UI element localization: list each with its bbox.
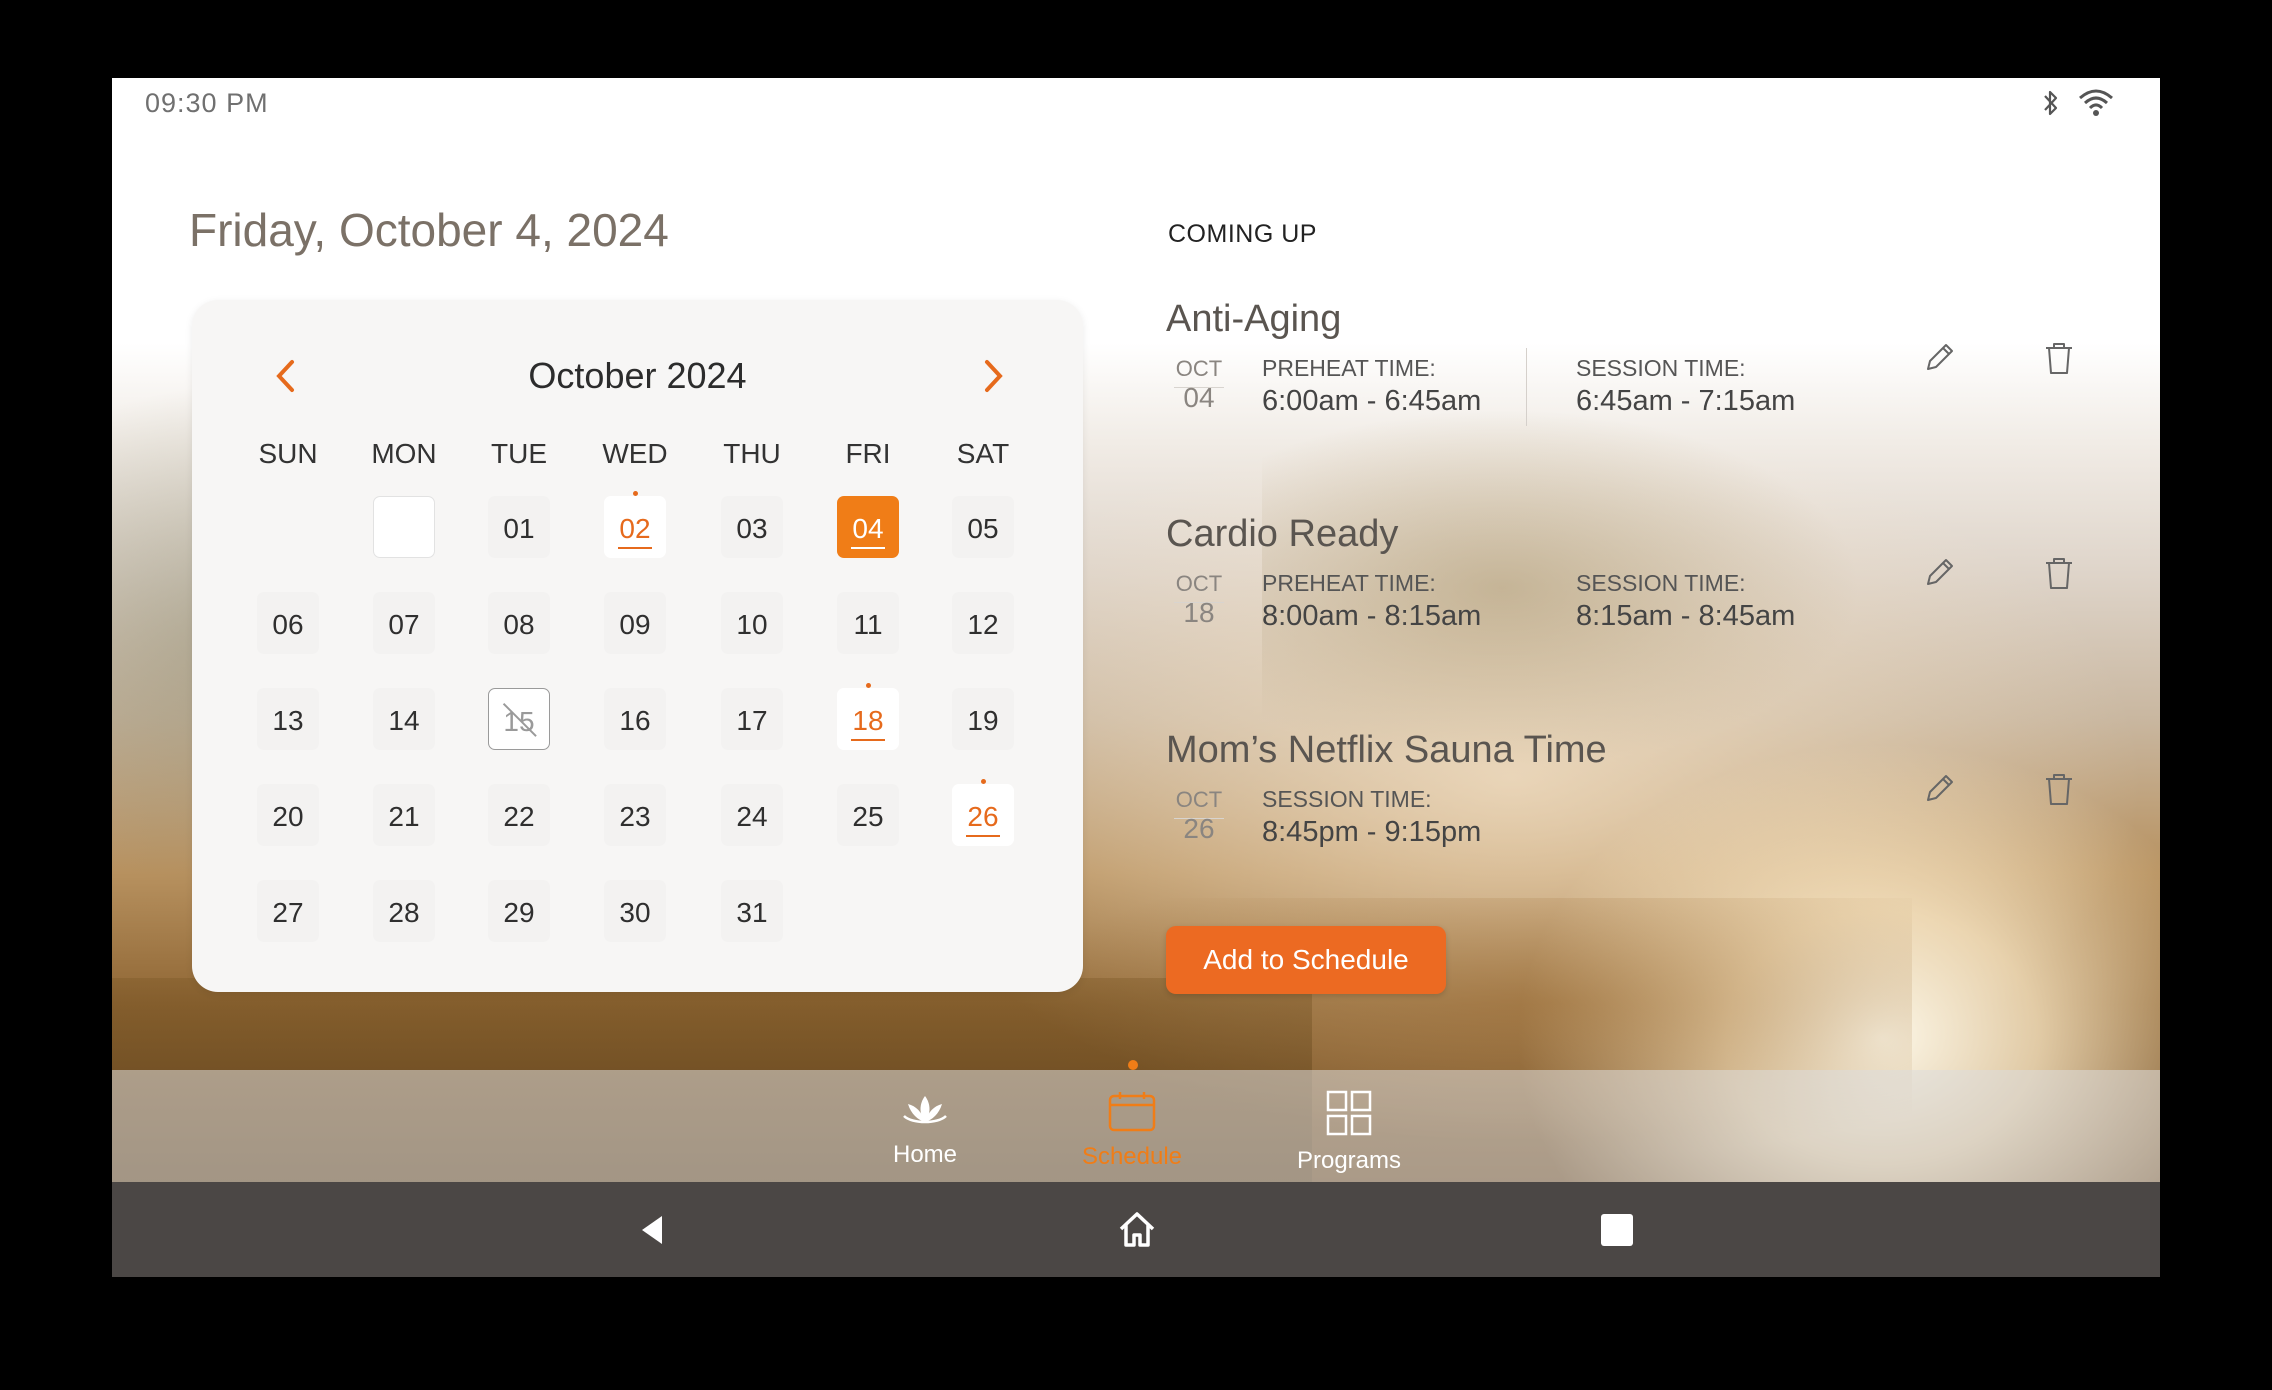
calendar-day-18[interactable]: 18 (837, 683, 899, 750)
calendar-day-11[interactable]: 11 (837, 592, 899, 654)
program-name: Anti-Aging (1166, 298, 1342, 340)
wifi-icon (2078, 88, 2114, 123)
bluetooth-icon (2042, 88, 2060, 123)
trash-icon[interactable] (2042, 555, 2076, 591)
calendar-day-29[interactable]: 29 (488, 880, 550, 942)
item-month: OCT (1175, 787, 1223, 812)
item-month: OCT (1175, 356, 1223, 381)
session-time: 8:45pm - 9:15pm (1262, 816, 1482, 848)
calendar-day-05[interactable]: 05 (952, 496, 1014, 558)
weekday-sun: SUN (258, 438, 318, 469)
calendar-day-04[interactable]: 04 (837, 496, 899, 558)
calendar-day-27[interactable]: 27 (257, 880, 319, 942)
calendar-day-16[interactable]: 16 (604, 688, 666, 750)
calendar-day-08[interactable]: 08 (488, 592, 550, 654)
calendar-day-15: 15 (488, 688, 550, 750)
calendar-card: October 2024 SUN MON TUE WED THU FRI SAT 01 02 0… (192, 300, 1083, 992)
recents-icon[interactable] (1595, 1208, 1639, 1252)
calendar-day-23[interactable]: 23 (604, 784, 666, 846)
calendar-day-empty (373, 496, 435, 558)
calendar-day-26[interactable]: 26 (952, 779, 1014, 846)
coming-up-heading: COMING UP (1168, 220, 1317, 248)
page-title: Friday, October 4, 2024 (189, 204, 669, 256)
weekday-fri: FRI (845, 438, 891, 469)
nav-programs[interactable]: Programs (1269, 1090, 1429, 1175)
status-bar: 09:30 PM (145, 88, 2160, 128)
calendar-day-24[interactable]: 24 (721, 784, 783, 846)
calendar-day-20[interactable]: 20 (257, 784, 319, 846)
item-month: OCT (1175, 571, 1223, 596)
bottom-nav: Home Schedule Programs (112, 1060, 2160, 1182)
nav-label: Home (892, 1141, 958, 1168)
item-day: 04 (1183, 382, 1215, 413)
calendar-day-01[interactable]: 01 (488, 496, 550, 558)
program-name: Mom’s Netflix Sauna Time (1166, 729, 1607, 771)
program-name: Cardio Ready (1166, 513, 1399, 555)
system-navigation-bar (112, 1182, 2160, 1277)
calendar-day-07[interactable]: 07 (373, 592, 435, 654)
calendar-day-14[interactable]: 14 (373, 688, 435, 750)
pencil-icon[interactable] (1923, 555, 1957, 589)
session-time: 8:15am - 8:45am (1576, 600, 1796, 632)
schedule-item[interactable]: Mom’s Netflix Sauna Time OCT 26 SESSION … (1166, 729, 2106, 889)
session-label: SESSION TIME: (1576, 570, 1746, 596)
weekday-tue: TUE (491, 438, 547, 469)
item-day: 18 (1183, 597, 1215, 628)
weekday-wed: WED (602, 438, 668, 469)
preheat-time: 6:00am - 6:45am (1262, 385, 1482, 417)
calendar-day-02[interactable]: 02 (604, 491, 666, 558)
pencil-icon[interactable] (1923, 340, 1957, 374)
calendar-day-13[interactable]: 13 (257, 688, 319, 750)
calendar-day-28[interactable]: 28 (373, 880, 435, 942)
divider (1526, 348, 1527, 426)
add-to-schedule-button[interactable]: Add to Schedule (1166, 926, 1446, 994)
tablet-screen: 09:30 PM Friday, October 4, 2024 October… (112, 78, 2160, 1277)
calendar-day-31[interactable]: 31 (721, 880, 783, 942)
lotus-icon (900, 1096, 950, 1134)
home-icon[interactable] (1115, 1208, 1159, 1252)
calendar-day-06[interactable]: 06 (257, 592, 319, 654)
session-label: SESSION TIME: (1262, 786, 1432, 812)
trash-icon[interactable] (2042, 340, 2076, 376)
preheat-time: 8:00am - 8:15am (1262, 600, 1482, 632)
chevron-right-icon[interactable] (972, 356, 1012, 396)
nav-home[interactable]: Home (845, 1090, 1005, 1169)
weekday-thu: THU (723, 438, 781, 469)
schedule-item[interactable]: Cardio Ready OCT 18 PREHEAT TIME: 8:00am… (1166, 513, 2106, 673)
nav-schedule[interactable]: Schedule (1052, 1090, 1212, 1171)
calendar-day-30[interactable]: 30 (604, 880, 666, 942)
nav-label: Programs (1296, 1147, 1402, 1174)
session-label: SESSION TIME: (1576, 355, 1746, 381)
pencil-icon[interactable] (1923, 771, 1957, 805)
weekday-sat: SAT (956, 438, 1010, 469)
grid-icon (1326, 1090, 1372, 1140)
calendar-day-25[interactable]: 25 (837, 784, 899, 846)
preheat-label: PREHEAT TIME: (1262, 570, 1436, 596)
calendar-day-17[interactable]: 17 (721, 688, 783, 750)
calendar-day-09[interactable]: 09 (604, 592, 666, 654)
preheat-label: PREHEAT TIME: (1262, 355, 1436, 381)
active-indicator-dot (1128, 1060, 1138, 1070)
calendar-icon (1107, 1092, 1157, 1136)
calendar-day-21[interactable]: 21 (373, 784, 435, 846)
calendar-day-19[interactable]: 19 (952, 688, 1014, 750)
nav-label: Schedule (1081, 1143, 1183, 1170)
calendar-day-03[interactable]: 03 (721, 496, 783, 558)
calendar-day-22[interactable]: 22 (488, 784, 550, 846)
status-time: 09:30 PM (145, 88, 269, 118)
schedule-item[interactable]: Anti-Aging OCT 04 PREHEAT TIME: 6:00am -… (1166, 298, 2106, 458)
back-icon[interactable] (632, 1208, 676, 1252)
calendar-day-12[interactable]: 12 (952, 592, 1014, 654)
trash-icon[interactable] (2042, 771, 2076, 807)
calendar-month-label: October 2024 (528, 355, 747, 396)
session-time: 6:45am - 7:15am (1576, 385, 1796, 417)
weekday-mon: MON (371, 438, 437, 469)
calendar-day-10[interactable]: 10 (721, 592, 783, 654)
item-day: 26 (1183, 813, 1215, 844)
